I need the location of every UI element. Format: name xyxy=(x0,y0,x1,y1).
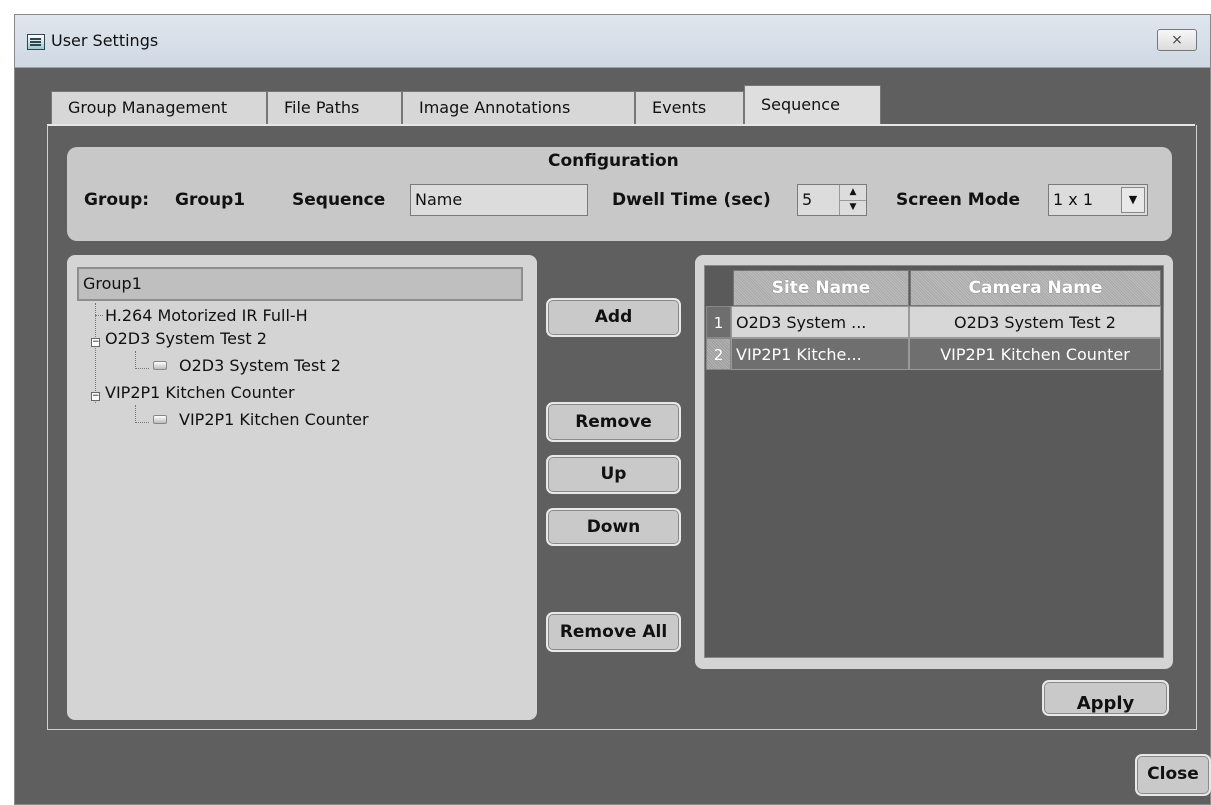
down-button[interactable]: Down xyxy=(546,508,681,546)
remove-button[interactable]: Remove xyxy=(546,402,681,442)
spin-down-icon[interactable]: ▼ xyxy=(840,200,866,215)
tree-connector xyxy=(135,368,149,369)
cell-camera-name[interactable]: O2D3 System Test 2 xyxy=(909,306,1161,338)
minus-expander-icon[interactable]: − xyxy=(91,392,100,401)
cell-camera-name[interactable]: VIP2P1 Kitchen Counter xyxy=(909,338,1161,370)
cell-site-name[interactable]: O2D3 System ... xyxy=(731,306,909,338)
tree-connector xyxy=(135,422,149,423)
group-tree-panel: Group1 H.264 Motorized IR Full-H − O2D3 … xyxy=(67,255,537,720)
window-close-button[interactable]: ⨯ xyxy=(1157,29,1197,51)
column-header-camera-name[interactable]: Camera Name xyxy=(910,270,1161,306)
sequence-name-input[interactable]: Name xyxy=(410,184,588,216)
camera-icon xyxy=(153,415,167,424)
tab-file-paths[interactable]: File Paths xyxy=(267,91,402,124)
dwell-time-spinbox[interactable]: 5 ▲ ▼ xyxy=(797,184,867,216)
tree-connector xyxy=(95,303,96,403)
minus-expander-icon[interactable]: − xyxy=(91,338,100,347)
add-button[interactable]: Add xyxy=(546,298,681,337)
tab-events[interactable]: Events xyxy=(635,91,744,124)
apply-button[interactable]: Apply xyxy=(1042,680,1169,716)
close-button[interactable]: Close xyxy=(1135,754,1211,796)
dropdown-arrow-icon[interactable]: ▼ xyxy=(1121,187,1145,213)
cell-site-name[interactable]: VIP2P1 Kitche... xyxy=(731,338,909,370)
sequence-grid: Site Name Camera Name 1 O2D3 System ... … xyxy=(704,265,1164,658)
tree-item-camera-o2d3[interactable]: O2D3 System Test 2 xyxy=(179,356,341,375)
tree-item-camera-h264[interactable]: H.264 Motorized IR Full-H xyxy=(105,306,308,325)
camera-icon xyxy=(153,361,167,370)
dwell-time-label: Dwell Time (sec) xyxy=(612,190,771,210)
tree-connector xyxy=(135,405,136,423)
screen-mode-select[interactable]: 1 x 1 ▼ xyxy=(1048,184,1148,216)
configuration-heading: Configuration xyxy=(548,151,679,171)
tab-group-management[interactable]: Group Management xyxy=(51,91,267,124)
tree-item-camera-vip2p1[interactable]: VIP2P1 Kitchen Counter xyxy=(179,410,369,429)
configuration-panel: Configuration Group: Group1 Sequence Nam… xyxy=(67,147,1172,241)
sequence-label: Sequence xyxy=(292,190,386,210)
row-number[interactable]: 1 xyxy=(706,306,731,338)
group-value: Group1 xyxy=(175,190,246,210)
tree-item-site-o2d3[interactable]: O2D3 System Test 2 xyxy=(105,329,267,348)
group-label: Group: xyxy=(84,190,150,210)
tree-root-group[interactable]: Group1 xyxy=(77,267,523,301)
tree-connector xyxy=(135,351,136,369)
tab-sequence[interactable]: Sequence xyxy=(744,85,881,125)
window-title: User Settings xyxy=(51,31,159,50)
tree-connector xyxy=(95,315,103,316)
up-button[interactable]: Up xyxy=(546,455,681,494)
column-header-site-name[interactable]: Site Name xyxy=(733,270,909,306)
remove-all-button[interactable]: Remove All xyxy=(546,612,681,652)
tree-item-site-vip2p1[interactable]: VIP2P1 Kitchen Counter xyxy=(105,383,295,402)
dwell-time-value: 5 xyxy=(802,190,813,209)
user-settings-window: User Settings ⨯ Group Management File Pa… xyxy=(14,14,1211,805)
row-number[interactable]: 2 xyxy=(706,338,731,370)
screen-mode-label: Screen Mode xyxy=(896,190,1021,210)
screen-mode-value: 1 x 1 xyxy=(1053,190,1093,209)
dwell-time-spinner[interactable]: ▲ ▼ xyxy=(839,185,866,215)
spin-up-icon[interactable]: ▲ xyxy=(840,185,866,201)
title-bar: User Settings ⨯ xyxy=(15,15,1210,68)
tab-image-annotations[interactable]: Image Annotations xyxy=(402,91,635,124)
app-icon xyxy=(27,34,45,50)
